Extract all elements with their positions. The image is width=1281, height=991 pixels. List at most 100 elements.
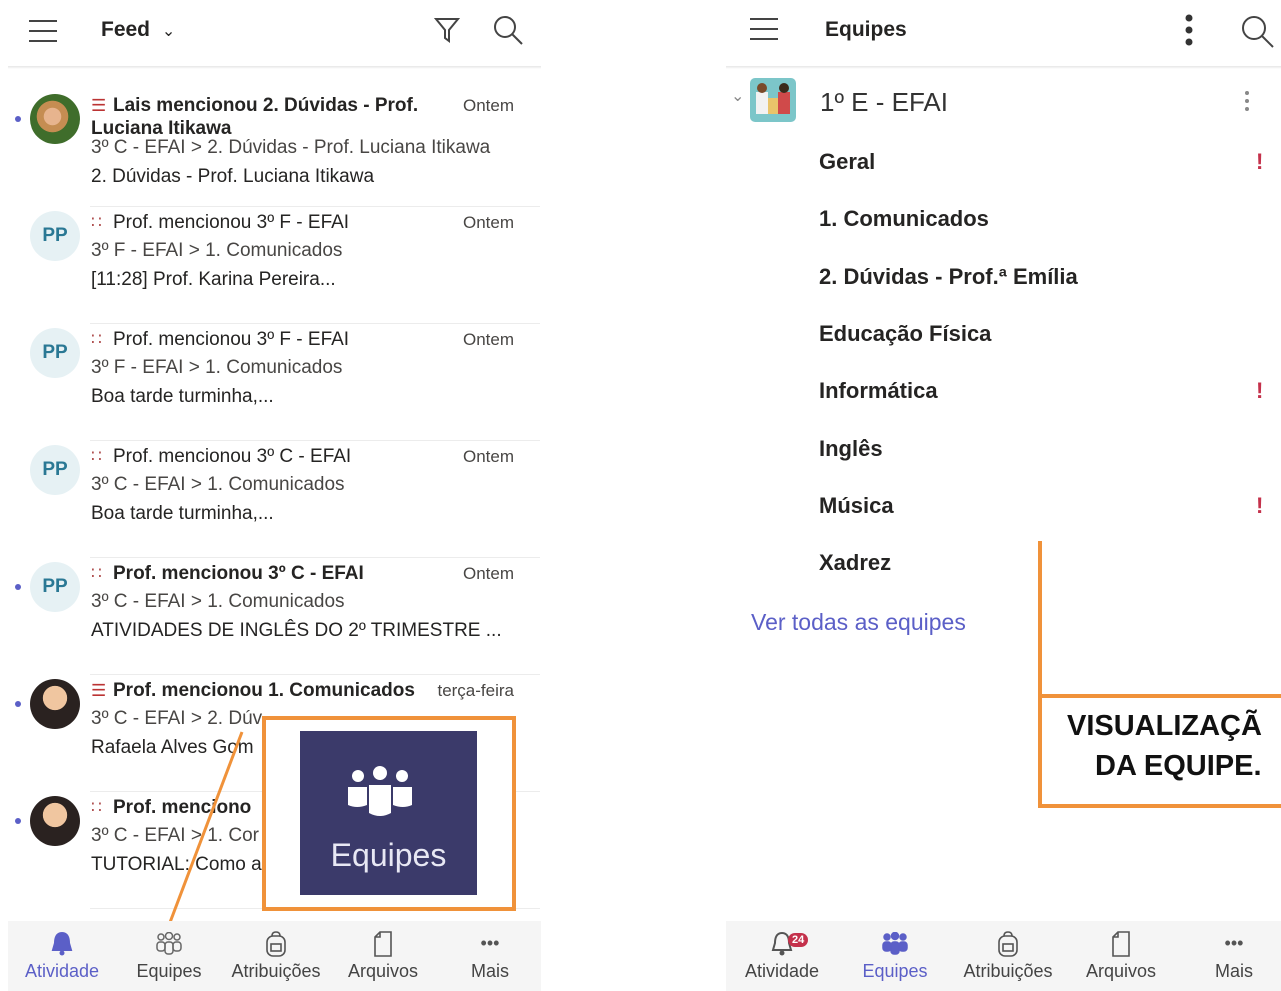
right-panel: Equipes ⌄ 1º E - EFAI Geral! 1. Comunicad… — [726, 0, 1281, 991]
avatar — [30, 94, 80, 144]
channel-name: Educação Física — [819, 320, 992, 346]
see-all-teams-link[interactable]: Ver todas as equipes — [751, 609, 966, 636]
tab-mais[interactable]: ••• Mais — [440, 921, 540, 982]
channel-item[interactable]: Educação Física — [726, 321, 1281, 353]
feed-item-path: 3º C - EFAI > 1. Comunicados — [91, 591, 345, 612]
feed-item-title: ∷ Prof. mencionou 3º F - EFAI — [91, 328, 421, 351]
avatar: PP — [30, 445, 80, 495]
feed-dropdown[interactable]: Feed ⌄ — [101, 18, 175, 42]
bell-icon — [12, 921, 112, 961]
feed-item-preview: Boa tarde turminha,... — [91, 503, 274, 524]
tab-label: Atribuições — [231, 961, 321, 981]
feed-item-title: ∷ Prof. mencionou 3º C - EFAI — [91, 562, 421, 585]
team-icon: ∷ — [91, 447, 102, 466]
channel-item[interactable]: Inglês — [726, 436, 1281, 468]
bell-icon — [732, 921, 832, 961]
alert-icon: ! — [1256, 378, 1264, 404]
feed-item-path: 3º C - EFAI > 2. Dúv — [91, 708, 263, 729]
filter-icon[interactable] — [434, 16, 460, 44]
feed-item[interactable]: ☰ Lais mencionou 2. Dúvidas - Prof. Lucia… — [8, 78, 540, 194]
team-icon: ∷ — [91, 564, 102, 583]
unread-dot — [15, 701, 21, 707]
chevron-down-icon: ⌄ — [161, 23, 176, 40]
annotation-line1: VISUALIZAÇÃ — [1067, 710, 1262, 742]
channel-item[interactable]: Geral! — [726, 149, 1281, 181]
left-topbar: Feed ⌄ — [0, 0, 541, 66]
feed-item-preview: [11:28] Prof. Karina Pereira... — [91, 269, 336, 290]
feed-title: Feed — [101, 18, 151, 41]
tab-atribuições[interactable]: Atribuições — [958, 921, 1058, 982]
tab-arquivos[interactable]: Arquivos — [1071, 921, 1171, 982]
file-icon — [1071, 921, 1171, 961]
unread-dot — [15, 116, 21, 122]
channel-item[interactable]: Informática! — [726, 378, 1281, 410]
team-name: 1º E - EFAI — [820, 87, 948, 117]
tab-label: Mais — [470, 961, 509, 981]
more-vertical-icon[interactable] — [1182, 14, 1196, 46]
feed-item-path: 3º C - EFAI > 2. Dúvidas - Prof. Luciana… — [91, 137, 491, 158]
tab-label: Equipes — [862, 961, 928, 981]
tab-mais[interactable]: ••• Mais — [1184, 921, 1281, 982]
feed-item-title: ∷ Prof. mencionou 3º C - EFAI — [91, 445, 421, 468]
channel-name: 2. Dúvidas - Prof.ª Emília — [819, 263, 1078, 289]
tab-atividade[interactable]: 24 Atividade — [732, 921, 832, 982]
tab-label: Atribuições — [963, 961, 1053, 981]
annotation-line2: DA EQUIPE. — [1095, 750, 1262, 782]
backpack-icon — [226, 921, 326, 961]
feed-item[interactable]: PP ∷ Prof. mencionou 3º C - EFAI Ontem 3º C … — [8, 546, 540, 662]
teams-icon — [119, 921, 219, 961]
tab-equipes[interactable]: Equipes — [845, 921, 945, 982]
tab-label: Arquivos — [1085, 961, 1157, 981]
team-icon: ∷ — [91, 798, 102, 817]
equipes-tile-label: Equipes — [330, 837, 447, 873]
feed-item-title: ∷ Prof. mencionou 3º F - EFAI — [91, 211, 421, 234]
team-row[interactable]: ⌄ 1º E - EFAI — [726, 76, 1281, 126]
search-icon[interactable] — [1240, 14, 1274, 48]
team-icon: ∷ — [91, 213, 102, 232]
tab-label: Atividade — [744, 961, 820, 981]
feed-item-path: 3º F - EFAI > 1. Comunicados — [91, 240, 343, 261]
tab-label: Atividade — [24, 961, 100, 981]
feed-item-title-text: Prof. mencionou 3º F - EFAI — [113, 212, 350, 233]
equipes-callout: Equipes — [262, 716, 516, 911]
feed-item-title: ☰ Prof. mencionou 1. Comunicados — [91, 679, 421, 702]
tab-label: Equipes — [136, 961, 202, 981]
feed-item[interactable]: PP ∷ Prof. mencionou 3º F - EFAI Ontem 3º F … — [8, 312, 540, 428]
more-icon: ••• — [1224, 933, 1244, 953]
menu-icon[interactable] — [29, 20, 57, 50]
topbar-divider — [726, 66, 1281, 69]
channel-item[interactable]: 1. Comunicados — [726, 206, 1281, 238]
post-icon: ☰ — [91, 96, 107, 115]
left-panel: Feed ⌄ ☰ Lais mencionou 2. Dúvidas - Prof… — [0, 0, 541, 991]
feed-item-time: Ontem — [462, 96, 514, 115]
tab-atribuições[interactable]: Atribuições — [226, 921, 326, 982]
post-icon: ☰ — [91, 681, 107, 700]
feed-item-path: 3º F - EFAI > 1. Comunicados — [91, 357, 343, 378]
left-bottom-nav: Atividade Equipes Atribuições Arquivos ••• Ma… — [8, 921, 541, 991]
unread-dot — [15, 818, 21, 824]
feed-item[interactable]: PP ∷ Prof. mencionou 3º C - EFAI Ontem 3º C … — [8, 429, 540, 545]
avatar — [30, 796, 80, 846]
feed-item-title-text: Prof. mencionou 1. Comunicados — [113, 680, 415, 701]
more-vertical-icon[interactable] — [1244, 90, 1250, 112]
backpack-icon — [958, 921, 1058, 961]
channel-item[interactable]: 2. Dúvidas - Prof.ª Emília — [726, 264, 1281, 296]
feed-item[interactable]: PP ∷ Prof. mencionou 3º F - EFAI Ontem 3º F … — [8, 195, 540, 311]
channel-name: Xadrez — [819, 550, 892, 576]
tab-arquivos[interactable]: Arquivos — [333, 921, 433, 982]
unread-dot — [15, 584, 21, 590]
menu-icon[interactable] — [750, 18, 778, 48]
feed-item-title: ☰ Lais mencionou 2. Dúvidas - Prof. Lucia… — [91, 94, 421, 140]
channel-item[interactable]: Xadrez — [726, 550, 1281, 582]
tab-equipes[interactable]: Equipes — [119, 921, 219, 982]
feed-item-title-text: Prof. mencionou 3º C - EFAI — [113, 563, 364, 584]
channel-item[interactable]: Música! — [726, 493, 1281, 525]
tab-atividade[interactable]: Atividade — [12, 921, 112, 982]
feed-item-title-text: Prof. mencionou 3º F - EFAI — [113, 329, 350, 350]
search-icon[interactable] — [492, 14, 524, 46]
channel-name: Geral — [819, 149, 876, 174]
feed-item-path: 3º C - EFAI > 1. Comunicados — [91, 474, 345, 495]
chevron-down-icon[interactable]: ⌄ — [731, 86, 744, 106]
more-icon: ••• — [480, 933, 500, 953]
feed-item-title-text: Lais mencionou 2. Dúvidas - Prof. Lucian… — [91, 95, 419, 139]
